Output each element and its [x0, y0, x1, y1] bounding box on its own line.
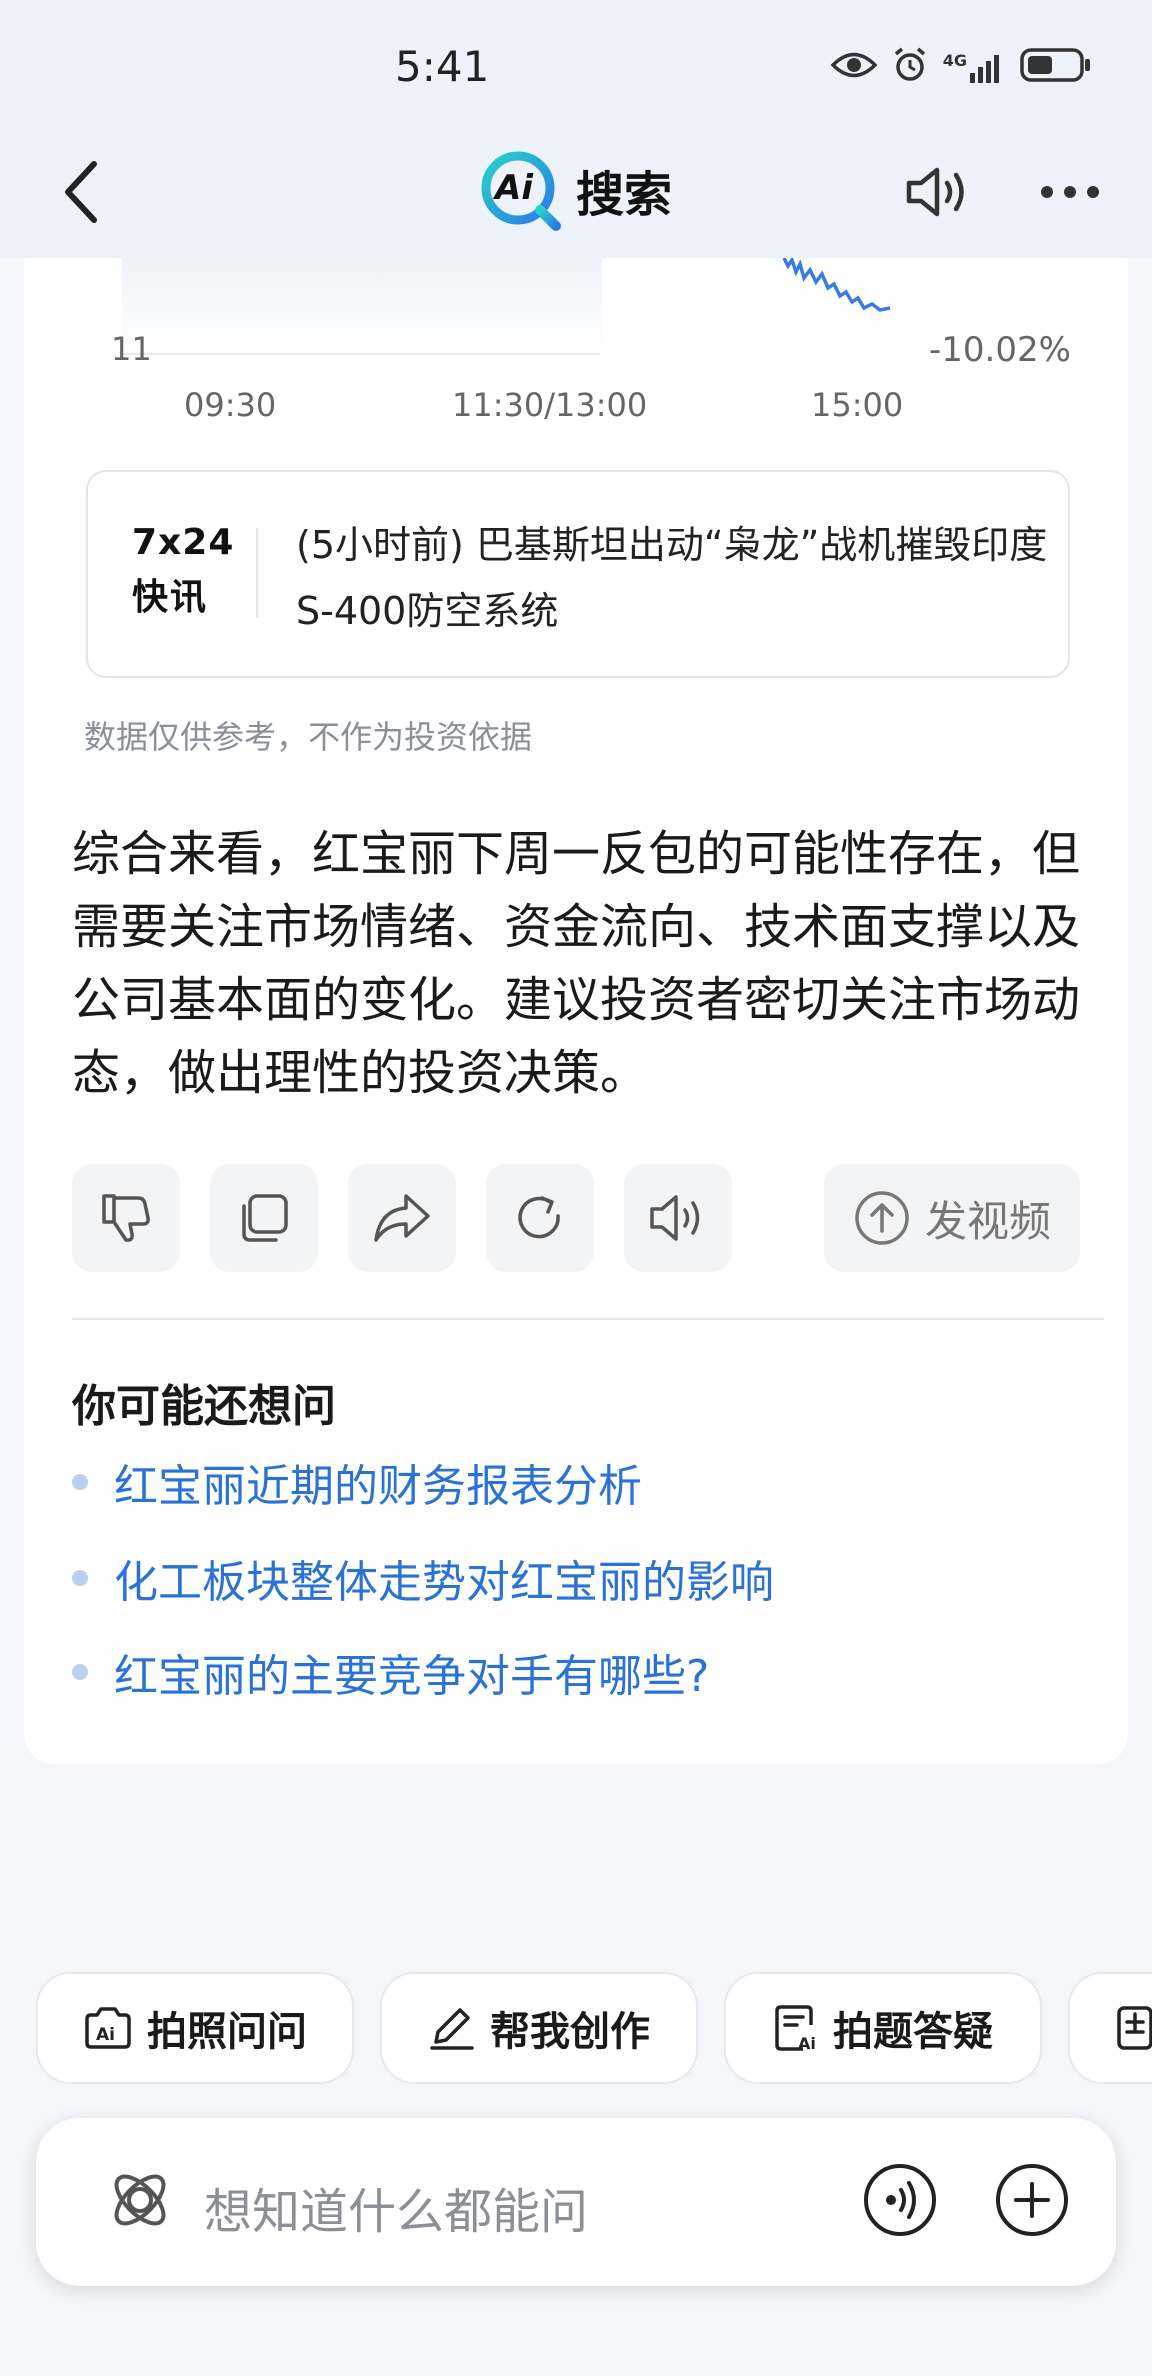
eye-icon — [830, 50, 878, 84]
list-doc-icon — [1117, 2006, 1152, 2050]
back-button[interactable] — [50, 152, 114, 232]
news-flash-card[interactable]: 7x24 快讯 (5小时前) 巴基斯坦出动“枭龙”战机摧毁印度S-400防空系统 — [86, 470, 1070, 678]
network-type: 4G — [942, 51, 967, 70]
photo-ask-chip[interactable]: Ai 拍照问问 — [36, 1972, 354, 2084]
alarm-icon — [891, 46, 929, 88]
answer-card: 11 -10.02% 09:30 11:30/13:00 15:00 7x24 … — [24, 258, 1128, 1764]
share-icon — [374, 1194, 430, 1242]
document-ai-icon: Ai — [775, 2005, 816, 2053]
read-aloud-answer-button[interactable] — [624, 1164, 732, 1272]
status-icons: 4G — [830, 46, 1092, 88]
suggestion-item[interactable]: 红宝丽的主要竞争对手有哪些? — [72, 1640, 709, 1704]
news-divider — [256, 528, 258, 618]
svg-text:Ai: Ai — [798, 2034, 816, 2053]
answer-summary: 综合来看，红宝丽下周一反包的可能性存在，但需要关注市场情绪、资金流向、技术面支撑… — [72, 826, 1081, 1101]
ai-logo-icon: Ai — [478, 148, 562, 232]
help-create-label: 帮我创作 — [490, 2009, 650, 2055]
divider — [72, 1318, 1104, 1320]
suggestion-item[interactable]: 红宝丽近期的财务报表分析 — [72, 1450, 642, 1514]
bullet-dot — [72, 1570, 88, 1586]
more-tool-chip[interactable] — [1068, 1972, 1152, 2084]
chat-input[interactable]: 想知道什么都能问 — [204, 2172, 588, 2242]
make-video-label: 发视频 — [924, 1196, 1051, 1246]
signal-icon: 4G — [943, 51, 1006, 83]
thumbs-down-icon — [102, 1194, 150, 1242]
x-tick-label: 09:30 — [184, 386, 277, 424]
bullet-dot — [72, 1474, 88, 1490]
voice-input-button[interactable] — [862, 2162, 938, 2238]
suggestion-item[interactable]: 化工板块整体走势对红宝丽的影响 — [72, 1546, 774, 1610]
news-badge-kuaixun: 快讯 — [132, 577, 209, 618]
help-create-chip[interactable]: 帮我创作 — [380, 1972, 698, 2084]
solve-question-chip[interactable]: Ai 拍题答疑 — [724, 1972, 1042, 2084]
copy-button[interactable] — [210, 1164, 318, 1272]
make-video-button[interactable]: 发视频 — [824, 1164, 1080, 1272]
status-time: 5:41 — [395, 42, 490, 91]
x-tick-label: 11:30/13:00 — [452, 386, 648, 424]
speaker-icon — [906, 167, 964, 217]
plus-icon — [996, 2164, 1068, 2236]
camera-ai-icon: Ai — [85, 2007, 131, 2049]
battery-icon — [1020, 47, 1092, 87]
read-aloud-button[interactable] — [898, 152, 978, 232]
more-button[interactable] — [1030, 152, 1110, 232]
suggestions-heading: 你可能还想问 — [72, 1381, 336, 1432]
suggestion-text: 红宝丽近期的财务报表分析 — [114, 1461, 642, 1512]
speaker-icon — [650, 1195, 700, 1241]
svg-text:Ai: Ai — [96, 2025, 115, 2045]
upload-arrow-icon — [855, 1191, 909, 1245]
x-tick-label: 15:00 — [811, 386, 904, 424]
suggestion-text: 化工板块整体走势对红宝丽的影响 — [114, 1557, 774, 1608]
back-arrow-icon — [65, 161, 97, 223]
bullet-dot — [72, 1664, 88, 1680]
pen-icon — [430, 2008, 474, 2050]
solve-question-label: 拍题答疑 — [833, 2009, 993, 2055]
app-title: Ai 搜索 — [478, 148, 672, 232]
chart-plot-bg — [122, 258, 602, 354]
change-percent-label: -10.02% — [929, 330, 1071, 370]
regenerate-button[interactable] — [486, 1164, 594, 1272]
disclaimer-text: 数据仅供参考，不作为投资依据 — [84, 718, 533, 756]
suggestion-text: 红宝丽的主要竞争对手有哪些? — [114, 1651, 710, 1702]
y-axis-label: 11 — [111, 330, 152, 368]
add-attachment-button[interactable] — [994, 2162, 1070, 2238]
chart-price-line — [782, 258, 891, 312]
chat-input-bar: 想知道什么都能问 — [36, 2118, 1116, 2286]
assistant-orbit-icon[interactable] — [104, 2164, 176, 2240]
more-dots-icon — [1041, 186, 1099, 198]
news-badge-7x24: 7x24 — [132, 522, 235, 563]
dislike-button[interactable] — [72, 1164, 180, 1272]
copy-icon — [242, 1194, 288, 1242]
photo-ask-label: 拍照问问 — [147, 2009, 307, 2055]
share-button[interactable] — [348, 1164, 456, 1272]
voice-wave-icon — [864, 2164, 936, 2236]
refresh-icon — [518, 1196, 560, 1239]
ai-logo-text: Ai — [495, 168, 533, 208]
news-headline: (5小时前) 巴基斯坦出动“枭龙”战机摧毁印度S-400防空系统 — [296, 523, 1048, 633]
stock-chart: 11 -10.02% 09:30 11:30/13:00 15:00 — [24, 258, 1128, 428]
page-title: 搜索 — [576, 167, 673, 223]
